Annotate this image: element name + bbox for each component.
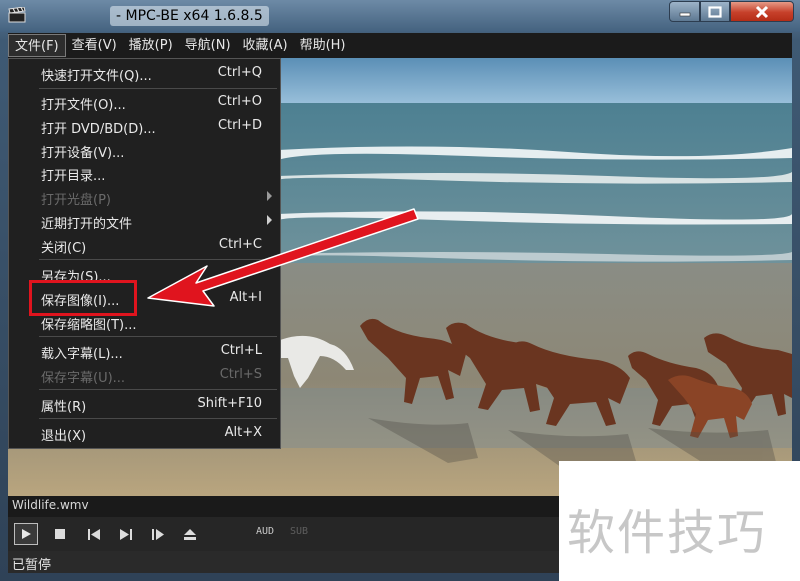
menu-item-label: 打开 DVD/BD(D)... (41, 122, 156, 137)
menu-item-label: 近期打开的文件 (41, 217, 133, 232)
title-bar[interactable]: - MPC-BE x64 1.6.8.5 (0, 0, 800, 32)
previous-button[interactable] (82, 523, 106, 545)
menu-separator (39, 389, 277, 390)
highlight-box (29, 280, 137, 316)
play-icon (22, 529, 31, 539)
menu-item-shortcut: Ctrl+C (218, 237, 262, 252)
subtitle-track-button[interactable]: SUB (290, 526, 308, 537)
menu-item-open-device[interactable]: 打开设备(V)... (9, 139, 280, 162)
clapperboard-icon[interactable] (8, 6, 26, 23)
menu-item-properties[interactable]: 属性(R) Shift+F10 (9, 393, 280, 416)
minimize-icon (679, 12, 690, 16)
close-icon (755, 5, 769, 18)
menu-item-load-subtitles[interactable]: 载入字幕(L)... Ctrl+L (9, 340, 280, 363)
menu-item-label: 打开设备(V)... (41, 146, 125, 161)
eject-icon (184, 528, 196, 540)
menu-help[interactable]: 帮助(H) (294, 34, 352, 57)
menu-favorites[interactable]: 收藏(A) (237, 34, 294, 57)
eject-button[interactable] (178, 523, 202, 545)
menu-item-recent-files[interactable]: 近期打开的文件 (9, 210, 280, 233)
menu-file[interactable]: 文件(F) (8, 34, 66, 57)
watermark: 软件技巧 (559, 461, 800, 581)
menu-item-label: 属性(R) (41, 400, 87, 415)
menu-item-shortcut: Shift+F10 (197, 396, 262, 411)
minimize-button[interactable] (669, 1, 700, 22)
menu-play[interactable]: 播放(P) (123, 34, 179, 57)
skip-forward-icon (120, 528, 132, 540)
audio-track-button[interactable]: AUD (256, 526, 274, 537)
menu-item-open-directory[interactable]: 打开目录... (9, 162, 280, 185)
frame-step-button[interactable] (146, 523, 170, 545)
menu-item-label: 快速打开文件(Q)... (41, 69, 152, 84)
menu-bar: 文件(F) 查看(V) 播放(P) 导航(N) 收藏(A) 帮助(H) (8, 33, 792, 58)
menu-separator (39, 88, 277, 89)
menu-item-shortcut: Alt+X (224, 425, 262, 440)
menu-item-label: 载入字幕(L)... (41, 347, 123, 362)
stop-icon (55, 529, 65, 539)
maximize-button[interactable] (700, 1, 730, 22)
file-name-label: Wildlife.wmv (12, 498, 89, 512)
maximize-icon (708, 5, 722, 18)
next-button[interactable] (114, 523, 138, 545)
menu-item-open-disc[interactable]: 打开光盘(P) (9, 186, 280, 209)
menu-item-label: 打开文件(O)... (41, 98, 126, 113)
watermark-text: 软件技巧 (567, 505, 768, 561)
menu-item-save-subtitles[interactable]: 保存字幕(U)... Ctrl+S (9, 364, 280, 387)
menu-item-label: 退出(X) (41, 429, 87, 444)
menu-item-label: 保存字幕(U)... (41, 371, 126, 386)
file-menu-dropdown: 快速打开文件(Q)... Ctrl+Q 打开文件(O)... Ctrl+O 打开 D… (8, 58, 281, 449)
menu-item-label: 打开光盘(P) (41, 193, 111, 208)
frame-step-icon (152, 528, 164, 540)
window-title: - MPC-BE x64 1.6.8.5 (110, 6, 269, 26)
menu-item-shortcut: Ctrl+L (220, 343, 262, 358)
playback-status: 已暂停 (12, 558, 52, 573)
menu-item-exit[interactable]: 退出(X) Alt+X (9, 422, 280, 445)
menu-view[interactable]: 查看(V) (66, 34, 123, 57)
skip-back-icon (88, 528, 100, 540)
stop-button[interactable] (48, 523, 72, 545)
menu-separator (39, 418, 277, 419)
menu-item-shortcut: Ctrl+D (217, 118, 262, 133)
play-button[interactable] (14, 523, 38, 545)
menu-navigate[interactable]: 导航(N) (179, 34, 237, 57)
menu-item-open-dvd[interactable]: 打开 DVD/BD(D)... Ctrl+D (9, 115, 280, 138)
menu-item-shortcut: Ctrl+Q (217, 65, 262, 80)
submenu-arrow-icon (267, 215, 272, 225)
menu-item-quick-open[interactable]: 快速打开文件(Q)... Ctrl+Q (9, 62, 280, 85)
menu-separator (39, 259, 277, 260)
menu-separator (39, 336, 277, 337)
menu-item-shortcut: Alt+I (229, 290, 262, 305)
menu-item-open-file[interactable]: 打开文件(O)... Ctrl+O (9, 91, 280, 114)
menu-item-label: 保存缩略图(T)... (41, 318, 137, 333)
menu-item-close[interactable]: 关闭(C) Ctrl+C (9, 234, 280, 257)
submenu-arrow-icon (267, 191, 272, 201)
close-button[interactable] (730, 1, 794, 22)
menu-item-shortcut: Ctrl+S (219, 367, 262, 382)
menu-item-label: 打开目录... (41, 169, 106, 184)
menu-item-label: 关闭(C) (41, 241, 87, 256)
menu-item-shortcut: Ctrl+O (217, 94, 262, 109)
